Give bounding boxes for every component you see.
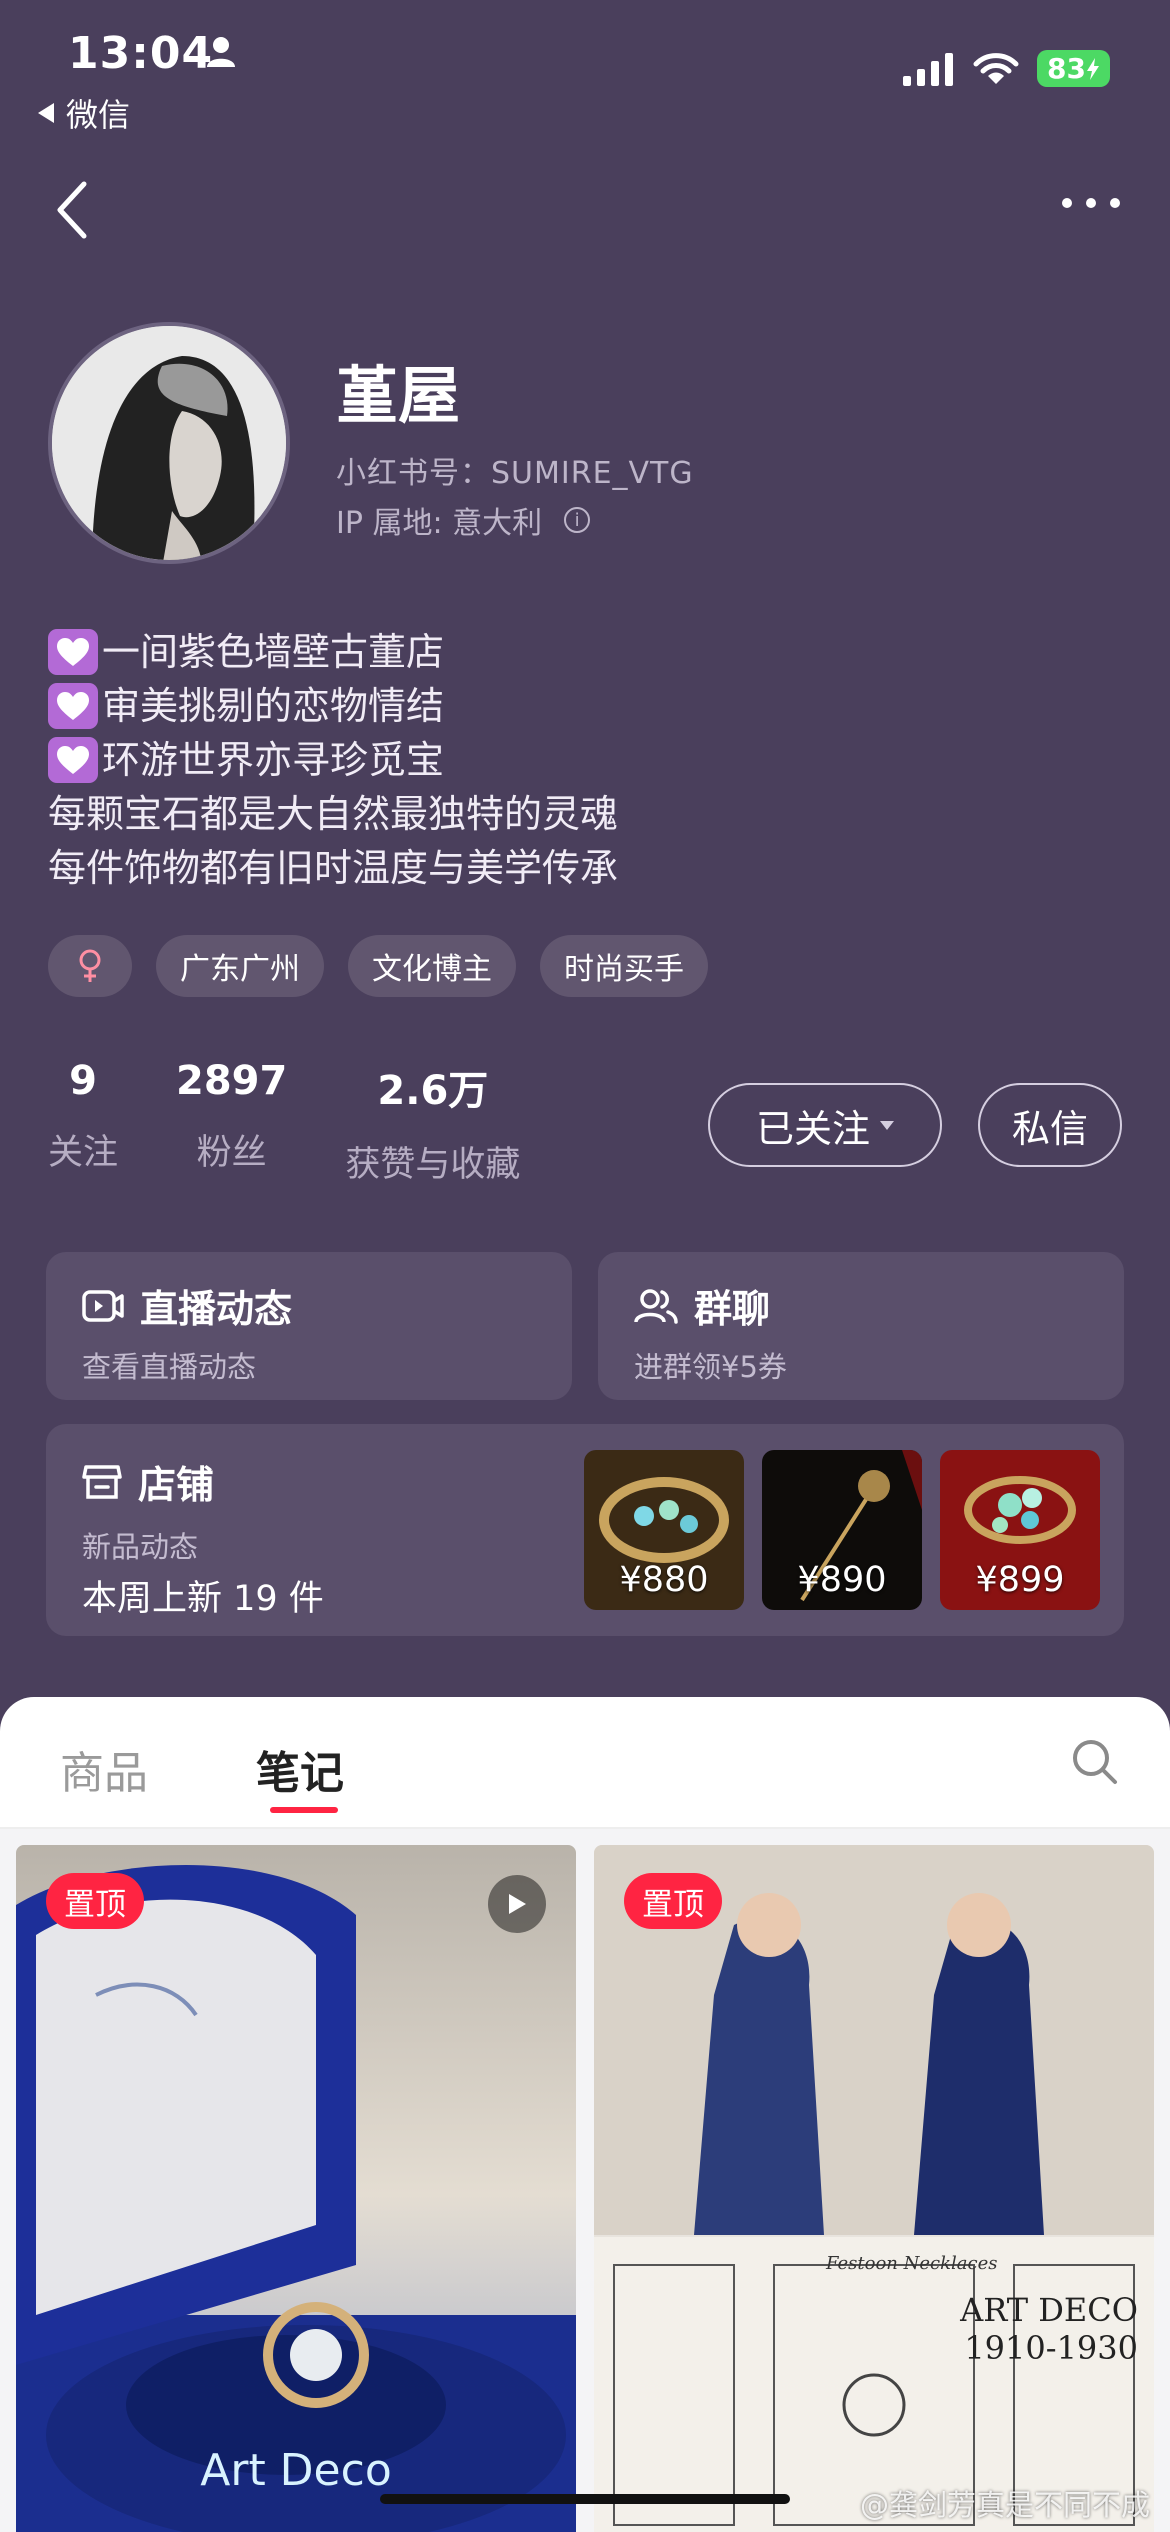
profile-tags: 广东广州 文化博主 时尚买手 — [48, 935, 708, 997]
tab-notes[interactable]: 笔记 — [256, 1737, 344, 1801]
charging-bolt-icon — [1087, 57, 1099, 80]
bio-line: 审美挑剔的恋物情结 — [48, 679, 618, 733]
shop-icon — [82, 1464, 122, 1499]
stat-label: 关注 — [48, 1133, 119, 1173]
stat-value: 2.6万 — [377, 1068, 489, 1114]
bio-line: 环游世界亦寻珍觅宝 — [48, 733, 618, 787]
live-video-icon — [82, 1289, 124, 1322]
live-subtitle: 查看直播动态 — [82, 1350, 257, 1384]
info-icon[interactable]: i — [564, 507, 591, 533]
shop-card[interactable]: 店铺 新品动态 本周上新 19 件 ¥880 ¥890 ¥899 — [46, 1424, 1124, 1636]
red-id[interactable]: 小红书号：SUMIRE_VTG — [336, 448, 694, 492]
product-thumbnail[interactable]: ¥899 — [940, 1450, 1100, 1610]
avatar-portrait-image — [52, 326, 286, 560]
stat-label: 获赞与收藏 — [345, 1145, 521, 1185]
shop-subtitle: 新品动态 — [82, 1530, 199, 1564]
dot — [1062, 198, 1072, 208]
note-overlay-text: ART DECO 1910-1930 — [960, 2291, 1138, 2367]
product-thumbnail[interactable]: ¥890 — [762, 1450, 922, 1610]
play-icon — [488, 1875, 546, 1933]
product-price: ¥880 — [619, 1560, 709, 1600]
stat-value: 2897 — [176, 1058, 288, 1104]
back-app-label: 微信 — [66, 96, 131, 134]
live-card-title: 直播动态 — [82, 1278, 292, 1333]
note-subheading: Festoon Necklaces — [826, 2253, 998, 2274]
shop-title-text: 店铺 — [138, 1463, 215, 1507]
signal-icon — [903, 52, 954, 86]
group-subtitle: 进群领¥5券 — [634, 1350, 787, 1384]
note-overlay-text: Art Deco — [200, 2445, 392, 2496]
group-card-title: 群聊 — [634, 1278, 770, 1333]
tag-category: 文化博主 — [348, 935, 516, 997]
battery-indicator: 83 — [1037, 50, 1110, 87]
product-thumbnail[interactable]: ¥880 — [584, 1450, 744, 1610]
shop-thumbnails: ¥880 ¥890 ¥899 — [584, 1450, 1100, 1610]
status-time: 13:04 — [68, 28, 214, 79]
ip-location-text: IP 属地: 意大利 — [336, 506, 543, 541]
heart-icon — [48, 683, 98, 729]
pinned-badge: 置顶 — [46, 1873, 144, 1929]
live-title-text: 直播动态 — [140, 1287, 293, 1331]
triangle-left-icon — [38, 103, 54, 123]
bio-line: 一间紫色墙壁古董店 — [48, 625, 618, 679]
overlay-line: 1910-1930 — [964, 2329, 1138, 2367]
tag-role: 时尚买手 — [540, 935, 708, 997]
shop-new-count: 本周上新 19 件 — [82, 1579, 324, 1619]
profile-stats: 9 关注 2897 粉丝 2.6万 获赞与收藏 — [48, 1058, 520, 1187]
ip-location: IP 属地: 意大利 i — [336, 498, 591, 542]
content-panel: 商品 笔记 置顶 Art Deco 置顶 ART DECO 1910-1930 … — [0, 1697, 1170, 2532]
bio: 一间紫色墙壁古董店 审美挑剔的恋物情结 环游世界亦寻珍觅宝 每颗宝石都是大自然最… — [48, 625, 618, 895]
status-indicators: 83 — [903, 50, 1110, 87]
product-price: ¥890 — [797, 1560, 887, 1600]
dot — [1110, 198, 1120, 208]
following-button[interactable]: 已关注 — [708, 1083, 942, 1167]
bio-line: 每件饰物都有旧时温度与美学传承 — [48, 846, 619, 890]
home-indicator[interactable] — [380, 2494, 790, 2504]
stat-label: 粉丝 — [196, 1133, 267, 1173]
female-icon — [79, 949, 101, 982]
stat-following[interactable]: 9 关注 — [48, 1058, 118, 1187]
group-chat-card[interactable]: 群聊 进群领¥5券 — [598, 1252, 1124, 1400]
heart-icon — [48, 737, 98, 783]
overlay-line: ART DECO — [960, 2291, 1138, 2329]
note-cover-image — [594, 1845, 1154, 2532]
search-icon[interactable] — [1070, 1737, 1120, 1787]
dot — [1086, 198, 1096, 208]
tab-goods[interactable]: 商品 — [60, 1737, 148, 1801]
back-to-app[interactable]: 微信 — [36, 90, 130, 136]
avatar[interactable] — [48, 322, 290, 564]
bio-text: 一间紫色墙壁古董店 — [102, 630, 445, 674]
battery-level: 83 — [1047, 52, 1086, 85]
stat-followers[interactable]: 2897 粉丝 — [176, 1058, 287, 1187]
stat-likes[interactable]: 2.6万 获赞与收藏 — [345, 1058, 520, 1187]
bio-text: 审美挑剔的恋物情结 — [102, 684, 445, 728]
tag-location: 广东广州 — [156, 935, 324, 997]
back-arrow-icon[interactable] — [50, 178, 94, 242]
shop-title: 店铺 — [82, 1454, 214, 1509]
caret-down-icon — [880, 1120, 894, 1130]
more-options-button[interactable] — [1062, 198, 1120, 208]
stat-value: 9 — [69, 1058, 97, 1104]
note-card[interactable]: 置顶 Art Deco — [16, 1845, 576, 2532]
message-button[interactable]: 私信 — [978, 1083, 1122, 1167]
product-price: ¥899 — [975, 1560, 1065, 1600]
pinned-badge: 置顶 — [624, 1873, 722, 1929]
group-title-text: 群聊 — [694, 1287, 771, 1331]
bio-line: 每颗宝石都是大自然最独特的灵魂 — [48, 792, 619, 836]
watermark: @龚剑芳真是不同不成 — [859, 2488, 1150, 2522]
gender-tag — [48, 935, 132, 997]
profile-name: 堇屋 — [336, 359, 461, 432]
active-tab-indicator — [270, 1807, 338, 1813]
heart-icon — [48, 629, 98, 675]
wifi-icon — [973, 52, 1019, 84]
note-cover-image — [16, 1845, 576, 2532]
group-users-icon — [634, 1288, 678, 1324]
live-card[interactable]: 直播动态 查看直播动态 — [46, 1252, 572, 1400]
note-card[interactable]: 置顶 ART DECO 1910-1930 Festoon Necklaces — [594, 1845, 1154, 2532]
bio-text: 环游世界亦寻珍觅宝 — [102, 738, 445, 782]
person-icon — [207, 37, 235, 67]
following-label: 已关注 — [755, 1106, 870, 1151]
